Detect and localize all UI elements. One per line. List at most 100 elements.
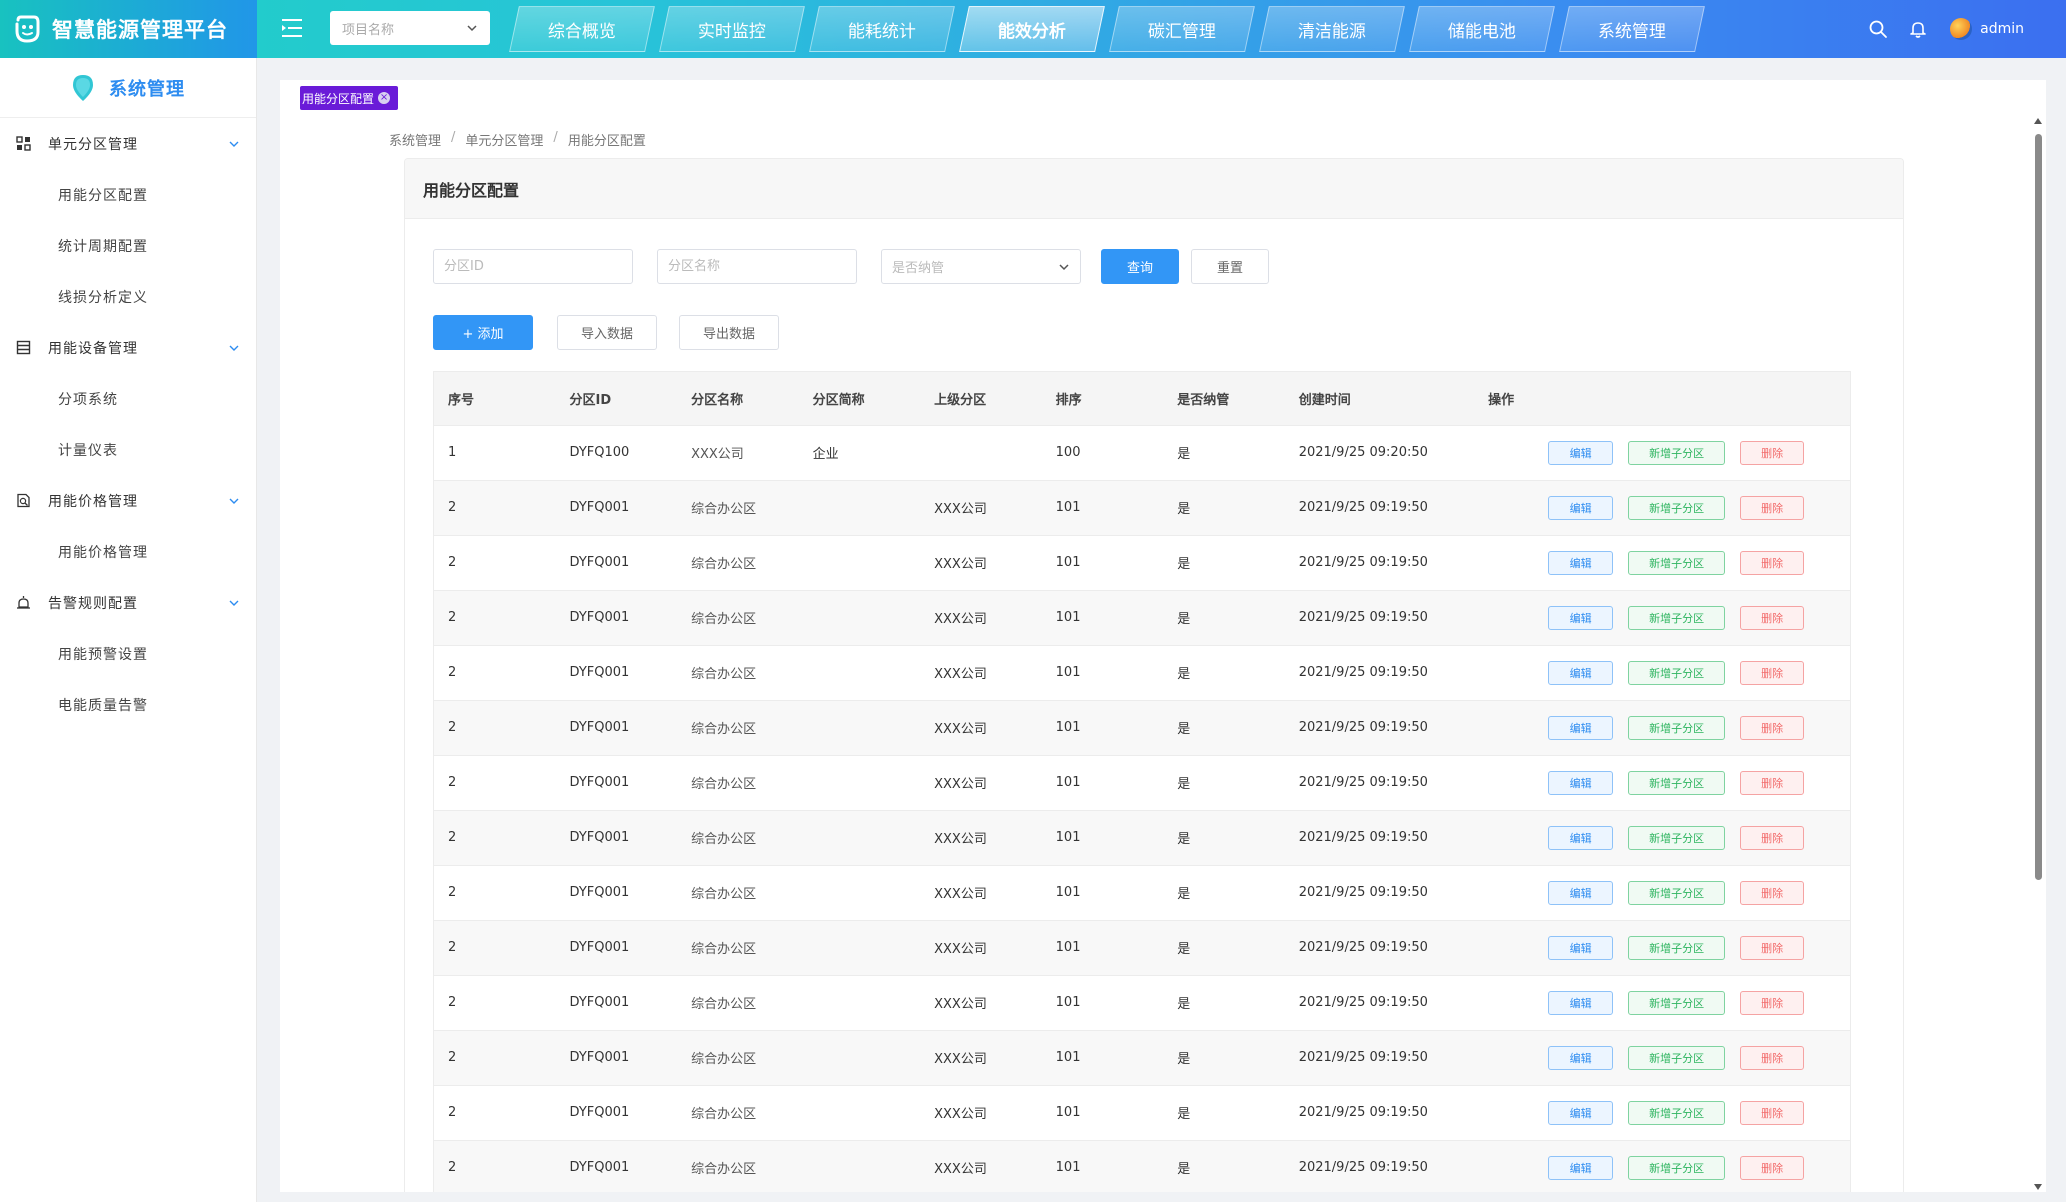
delete-button[interactable]: 删除 bbox=[1740, 550, 1805, 575]
query-button[interactable]: 查询 bbox=[1101, 249, 1179, 284]
zone-name-input[interactable] bbox=[657, 249, 857, 284]
zone-id-input[interactable] bbox=[433, 249, 633, 284]
cell-zone-name: 综合办公区 bbox=[691, 832, 757, 847]
reset-button[interactable]: 重置 bbox=[1191, 249, 1269, 284]
sidebar-item[interactable]: 用能预警设置 bbox=[0, 628, 256, 679]
add-child-zone-button[interactable]: 新增子分区 bbox=[1628, 770, 1726, 795]
add-child-zone-button[interactable]: 新增子分区 bbox=[1628, 440, 1726, 465]
delete-button[interactable]: 删除 bbox=[1740, 495, 1805, 520]
sidebar-item[interactable]: 用能分区配置 bbox=[0, 169, 256, 220]
close-icon[interactable]: × bbox=[378, 92, 391, 104]
add-button[interactable]: + 添加 bbox=[433, 315, 533, 350]
cell-sort: 101 bbox=[1055, 500, 1081, 515]
project-select[interactable]: 项目名称 bbox=[330, 11, 490, 45]
add-child-zone-button[interactable]: 新增子分区 bbox=[1628, 660, 1726, 685]
sidebar-item[interactable]: 分项系统 bbox=[0, 373, 256, 424]
edit-button[interactable]: 编辑 bbox=[1548, 1045, 1614, 1070]
delete-button[interactable]: 删除 bbox=[1740, 990, 1805, 1015]
nav-tab[interactable]: 实时监控 bbox=[659, 6, 805, 52]
username[interactable]: admin bbox=[1980, 21, 2024, 37]
menu-toggle-icon[interactable] bbox=[282, 17, 306, 39]
add-child-zone-button[interactable]: 新增子分区 bbox=[1628, 495, 1726, 520]
cell-short-name bbox=[799, 755, 921, 810]
nav-tab[interactable]: 清洁能源 bbox=[1259, 6, 1405, 52]
table-row: 2 DYFQ001 综合办公区 XXX公司 101 是 2021/9/25 09:19:50… bbox=[434, 590, 1850, 645]
sidebar-group[interactable]: 告警规则配置 bbox=[0, 577, 256, 628]
sidebar-group[interactable]: 用能价格管理 bbox=[0, 475, 256, 526]
nav-tab[interactable]: 系统管理 bbox=[1559, 6, 1705, 52]
delete-button[interactable]: 删除 bbox=[1740, 770, 1805, 795]
edit-button[interactable]: 编辑 bbox=[1548, 660, 1614, 685]
table-header-cell: 创建时间 bbox=[1298, 392, 1351, 408]
breadcrumb-item[interactable]: 系统管理 bbox=[389, 130, 441, 149]
delete-button[interactable]: 删除 bbox=[1740, 660, 1805, 685]
cell-operations: 编辑 新增子分区 删除 bbox=[1474, 810, 1850, 865]
add-child-zone-button[interactable]: 新增子分区 bbox=[1628, 715, 1726, 740]
delete-button[interactable]: 删除 bbox=[1740, 715, 1805, 740]
breadcrumb-item[interactable]: 单元分区管理 bbox=[465, 130, 543, 149]
edit-button[interactable]: 编辑 bbox=[1548, 495, 1614, 520]
delete-button[interactable]: 删除 bbox=[1740, 1045, 1805, 1070]
page-scrollbar[interactable] bbox=[2031, 114, 2045, 1192]
nav-tab[interactable]: 综合概览 bbox=[509, 6, 655, 52]
cell-sort: 101 bbox=[1055, 830, 1081, 845]
edit-button[interactable]: 编辑 bbox=[1548, 605, 1614, 630]
grid-icon bbox=[16, 136, 31, 151]
sidebar-item[interactable]: 电能质量告警 bbox=[0, 679, 256, 730]
search-icon[interactable] bbox=[1868, 19, 1888, 39]
cell-parent-zone: XXX公司 bbox=[934, 612, 987, 627]
edit-button[interactable]: 编辑 bbox=[1548, 1100, 1614, 1125]
add-child-zone-button[interactable]: 新增子分区 bbox=[1628, 605, 1726, 630]
scroll-up-arrow-icon[interactable] bbox=[2034, 118, 2042, 124]
delete-button[interactable]: 删除 bbox=[1740, 825, 1805, 850]
delete-button[interactable]: 删除 bbox=[1740, 935, 1805, 960]
sidebar-group[interactable]: 单元分区管理 bbox=[0, 118, 256, 169]
edit-button[interactable]: 编辑 bbox=[1548, 440, 1614, 465]
sidebar-group-label: 用能设备管理 bbox=[48, 340, 138, 357]
avatar[interactable] bbox=[1950, 18, 1973, 40]
sidebar-item[interactable]: 计量仪表 bbox=[0, 424, 256, 475]
table-row: 2 DYFQ001 综合办公区 XXX公司 101 是 2021/9/25 09:19:50… bbox=[434, 755, 1850, 810]
delete-button[interactable]: 删除 bbox=[1740, 1155, 1805, 1180]
add-child-zone-button[interactable]: 新增子分区 bbox=[1628, 990, 1726, 1015]
edit-button[interactable]: 编辑 bbox=[1548, 935, 1614, 960]
edit-button[interactable]: 编辑 bbox=[1548, 770, 1614, 795]
add-child-zone-button[interactable]: 新增子分区 bbox=[1628, 935, 1726, 960]
add-child-zone-button[interactable]: 新增子分区 bbox=[1628, 550, 1726, 575]
add-child-zone-button[interactable]: 新增子分区 bbox=[1628, 825, 1726, 850]
add-child-zone-button[interactable]: 新增子分区 bbox=[1628, 1045, 1726, 1070]
nav-tab[interactable]: 能效分析 bbox=[959, 6, 1105, 52]
page-tag[interactable]: 用能分区配置 × bbox=[300, 86, 399, 110]
sidebar-header: 系统管理 bbox=[0, 58, 256, 118]
managed-select[interactable]: 是否纳管 bbox=[881, 249, 1081, 284]
edit-button[interactable]: 编辑 bbox=[1548, 880, 1614, 905]
edit-button[interactable]: 编辑 bbox=[1548, 1155, 1614, 1180]
cell-zone-id: DYFQ001 bbox=[569, 1050, 630, 1065]
sidebar-item[interactable]: 用能价格管理 bbox=[0, 526, 256, 577]
delete-button[interactable]: 删除 bbox=[1740, 880, 1805, 905]
edit-button[interactable]: 编辑 bbox=[1548, 990, 1614, 1015]
cell-created-time: 2021/9/25 09:20:50 bbox=[1298, 445, 1428, 460]
delete-button[interactable]: 删除 bbox=[1740, 605, 1805, 630]
edit-button[interactable]: 编辑 bbox=[1548, 550, 1614, 575]
scrollbar-thumb[interactable] bbox=[2035, 134, 2042, 880]
nav-tab[interactable]: 储能电池 bbox=[1409, 6, 1555, 52]
bell-icon[interactable] bbox=[1908, 19, 1928, 39]
export-button[interactable]: 导出数据 bbox=[679, 315, 779, 350]
add-child-zone-button[interactable]: 新增子分区 bbox=[1628, 880, 1726, 905]
sidebar-item[interactable]: 统计周期配置 bbox=[0, 220, 256, 271]
add-child-zone-button[interactable]: 新增子分区 bbox=[1628, 1100, 1726, 1125]
cell-index: 2 bbox=[448, 830, 457, 845]
cell-zone-id: DYFQ001 bbox=[569, 500, 630, 515]
scroll-down-arrow-icon[interactable] bbox=[2034, 1184, 2042, 1190]
sidebar-group[interactable]: 用能设备管理 bbox=[0, 322, 256, 373]
import-button[interactable]: 导入数据 bbox=[557, 315, 657, 350]
edit-button[interactable]: 编辑 bbox=[1548, 715, 1614, 740]
edit-button[interactable]: 编辑 bbox=[1548, 825, 1614, 850]
add-child-zone-button[interactable]: 新增子分区 bbox=[1628, 1155, 1726, 1180]
delete-button[interactable]: 删除 bbox=[1740, 440, 1805, 465]
sidebar-item[interactable]: 线损分析定义 bbox=[0, 271, 256, 322]
delete-button[interactable]: 删除 bbox=[1740, 1100, 1805, 1125]
nav-tab[interactable]: 能耗统计 bbox=[809, 6, 955, 52]
nav-tab[interactable]: 碳汇管理 bbox=[1109, 6, 1255, 52]
